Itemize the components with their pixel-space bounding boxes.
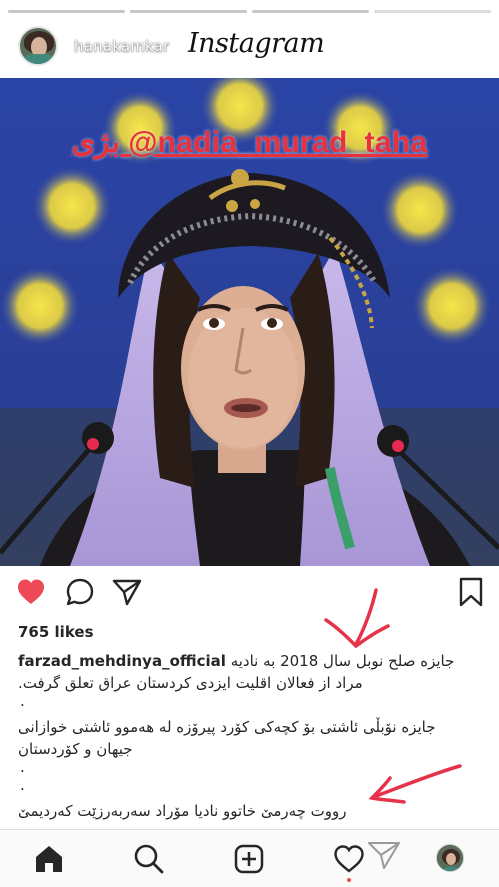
paper-plane-icon	[112, 579, 142, 606]
search-icon	[134, 844, 164, 874]
caption-username[interactable]: farzad_mehdinya_official	[18, 652, 226, 670]
username[interactable]: hanakamkar	[74, 37, 169, 55]
share-button[interactable]	[111, 576, 143, 608]
comment-button[interactable]	[64, 576, 96, 608]
nav-home[interactable]	[32, 842, 66, 876]
story-progress-segment	[374, 10, 491, 13]
post-image[interactable]: بژی @nadia_murad_taha	[0, 78, 499, 566]
caption-separator: .	[20, 692, 25, 710]
story-progress-segment	[130, 10, 247, 13]
story-progress-bars	[8, 10, 491, 13]
save-button[interactable]	[455, 576, 487, 608]
profile-avatar-icon	[437, 845, 463, 871]
direct-message-overlay-icon	[368, 842, 400, 869]
post-overlay-text: بژی @nadia_murad_taha	[71, 126, 428, 159]
likes-count[interactable]: 765 likes	[18, 623, 94, 641]
user-avatar[interactable]	[18, 26, 58, 66]
story-progress-segment	[8, 10, 125, 13]
plus-square-icon	[234, 844, 264, 874]
post-header: hanakamkar Instagram	[0, 22, 499, 72]
nav-search[interactable]	[132, 842, 166, 876]
nav-profile[interactable]	[436, 844, 464, 872]
bookmark-icon	[459, 577, 483, 607]
instagram-logo: Instagram	[188, 28, 325, 59]
home-icon	[36, 846, 62, 872]
nav-create[interactable]	[232, 842, 266, 876]
caption-text: مراد از فعالان اقلیت ایزدی کردستان عراق …	[18, 674, 363, 692]
heart-filled-icon	[18, 579, 44, 604]
caption-text: جیهان و کۆردستان	[18, 740, 133, 758]
nav-activity[interactable]	[332, 842, 366, 882]
caption-line-1: farzad_mehdinya_official جایزه صلح نوبل …	[18, 650, 488, 672]
heart-outline-icon	[334, 845, 364, 873]
caption-text: رووت چەرمێ خاتوو نادیا مۆراد سەربەرزێت ک…	[18, 802, 347, 820]
notification-dot	[347, 878, 351, 882]
caption-separator: .	[20, 776, 25, 794]
comment-bubble-icon	[66, 578, 94, 606]
bottom-nav	[0, 829, 499, 887]
post-actions	[0, 576, 499, 614]
story-progress-segment	[252, 10, 369, 13]
like-button[interactable]	[15, 576, 47, 608]
caption-text: جایزه صلح نوبل سال 2018 به نادیه	[230, 652, 455, 670]
caption-separator: .	[20, 758, 25, 776]
caption-text: جایزە نۆبڵی ئاشتی بۆ کچەکی کۆرد پیرۆزە ل…	[18, 718, 436, 736]
post-caption: farzad_mehdinya_official جایزه صلح نوبل …	[18, 650, 488, 822]
